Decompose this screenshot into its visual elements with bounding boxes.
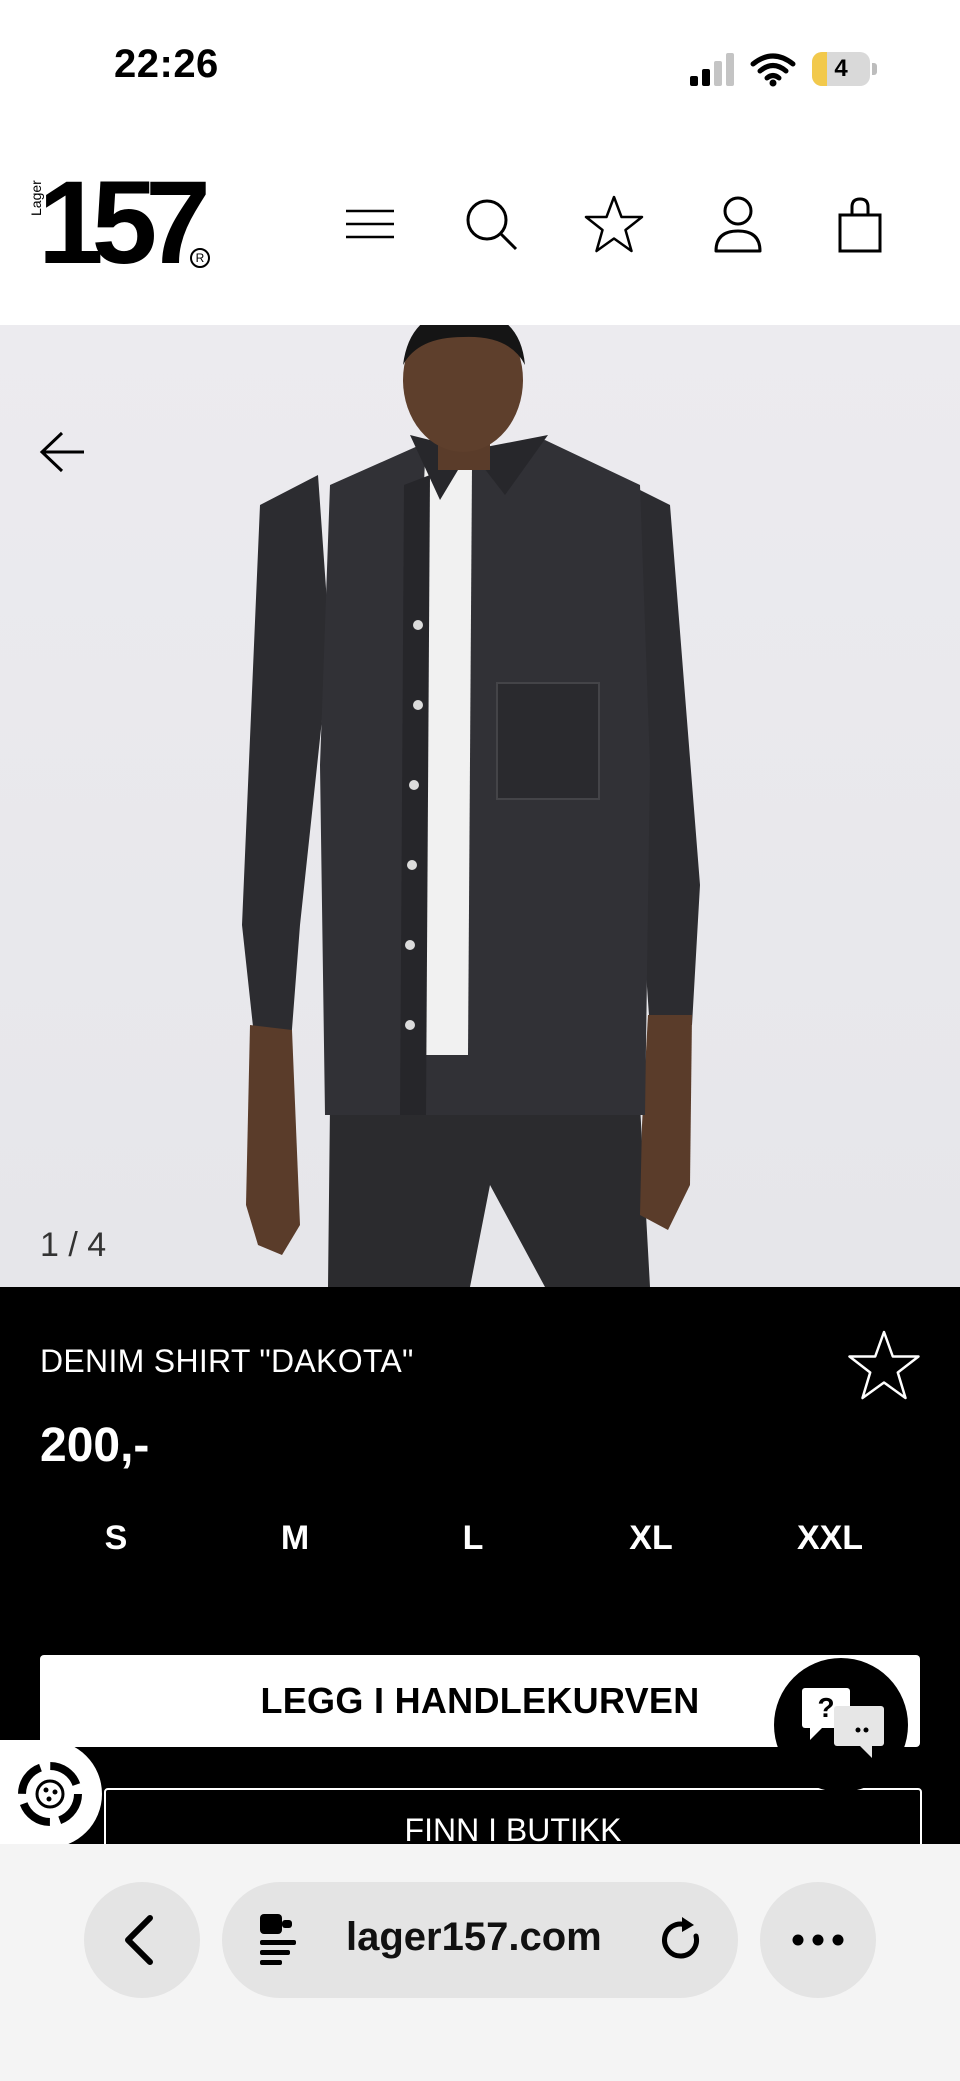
size-option-l[interactable]: L	[413, 1515, 533, 1561]
chat-label: ?	[817, 1692, 835, 1723]
site-logo[interactable]: 157 Lager R	[28, 157, 218, 289]
chat-button[interactable]: ?	[774, 1658, 908, 1792]
battery-icon: 4	[812, 52, 878, 88]
ellipsis-icon	[792, 1934, 844, 1946]
more-options-button[interactable]	[760, 1882, 876, 1998]
logo-number: 157	[38, 157, 211, 289]
signal-icon	[688, 52, 738, 88]
registered-mark: R	[190, 248, 210, 268]
model-illustration	[242, 325, 700, 1287]
shopping-bag-icon[interactable]	[828, 193, 892, 257]
page-menu-icon[interactable]	[256, 1910, 300, 1970]
accessibility-widget[interactable]	[0, 1740, 102, 1848]
size-option-xl[interactable]: XL	[591, 1515, 711, 1561]
chevron-left-icon	[125, 1915, 153, 1965]
user-icon[interactable]	[706, 193, 770, 257]
product-price: 200,-	[40, 1419, 150, 1472]
menu-icon[interactable]	[338, 193, 402, 257]
url-text: lager157.com	[346, 1915, 602, 1959]
size-option-xxl[interactable]: XXL	[770, 1515, 890, 1561]
wifi-icon	[750, 52, 796, 88]
add-to-favorites-star-icon[interactable]	[846, 1328, 922, 1404]
favorites-star-icon[interactable]	[582, 193, 646, 257]
size-option-s[interactable]: S	[56, 1515, 176, 1561]
size-option-m[interactable]: M	[235, 1515, 355, 1561]
status-time: 22:26	[114, 42, 219, 86]
browser-back-button[interactable]	[84, 1882, 200, 1998]
image-counter: 1 / 4	[40, 1226, 107, 1264]
product-image[interactable]	[0, 325, 960, 1287]
logo-sub: Lager	[28, 180, 44, 216]
reload-icon[interactable]	[656, 1914, 708, 1966]
search-icon[interactable]	[460, 193, 524, 257]
back-arrow-icon[interactable]	[34, 425, 88, 479]
product-name: DENIM SHIRT "DAKOTA"	[40, 1343, 414, 1379]
battery-percent: 4	[834, 55, 848, 82]
accessibility-icon	[18, 1762, 82, 1826]
